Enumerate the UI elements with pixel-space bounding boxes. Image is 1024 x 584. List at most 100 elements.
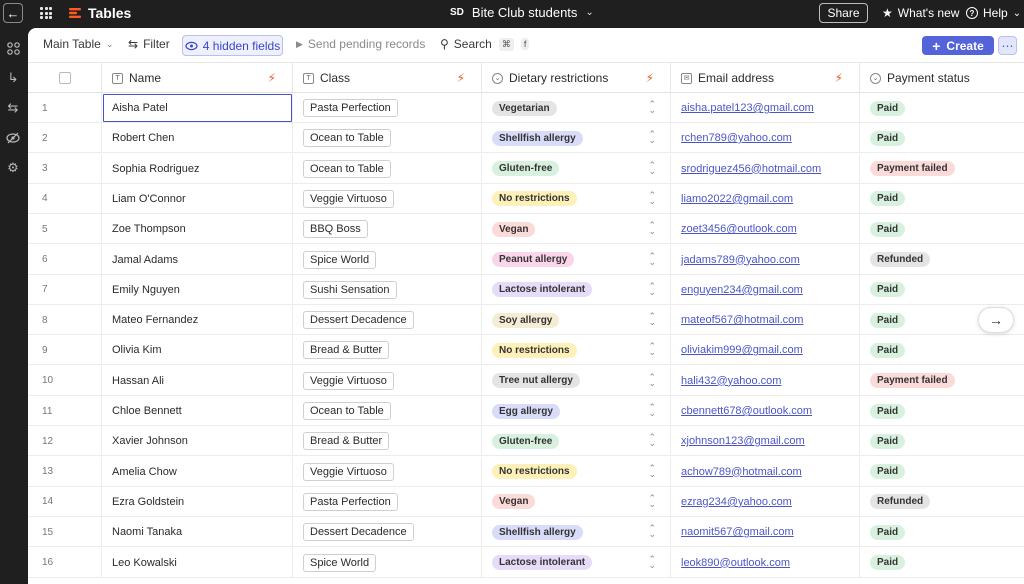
table-row[interactable]: 11 Chloe Bennett Ocean to Table Egg allergy… [28, 396, 1024, 426]
dietary-cell[interactable]: Gluten-free ⌃ ⌄ [482, 153, 671, 184]
name-cell[interactable]: Xavier Johnson [102, 426, 293, 457]
payment-cell[interactable]: Payment failed [860, 154, 1024, 184]
payment-cell[interactable]: Paid [860, 275, 1024, 305]
email-cell[interactable]: hali432@yahoo.com [671, 365, 860, 396]
zap-flow-icon[interactable]: ↳ [5, 70, 21, 86]
name-cell[interactable]: Emily Nguyen [102, 274, 293, 305]
hidden-eye-icon[interactable] [5, 130, 21, 146]
table-row[interactable]: 7 Emily Nguyen Sushi Sensation Lactose into… [28, 274, 1024, 305]
table-row[interactable]: 16 Leo Kowalski Spice World Lactose intoler… [28, 547, 1024, 578]
select-arrows-icon[interactable]: ⌃ ⌄ [648, 281, 656, 296]
table-row[interactable]: 5 Zoe Thompson BBQ Boss Vegan ⌃ ⌄ zoet3456@out… [28, 214, 1024, 245]
class-cell[interactable]: Ocean to Table [293, 123, 482, 154]
payment-cell[interactable]: Paid [860, 548, 1024, 578]
email-cell[interactable]: srodriguez456@hotmail.com [671, 153, 860, 184]
class-cell[interactable]: Spice World [293, 547, 482, 578]
name-cell[interactable]: Mateo Fernandez [102, 305, 293, 336]
dietary-cell[interactable]: Peanut allergy ⌃ ⌄ [482, 244, 671, 275]
email-cell[interactable]: zoet3456@outlook.com [671, 214, 860, 245]
scroll-right-button[interactable]: → [978, 307, 1014, 333]
email-cell[interactable]: achow789@hotmail.com [671, 456, 860, 487]
table-row[interactable]: 2 Robert Chen Ocean to Table Shellfish alle… [28, 123, 1024, 154]
apps-grid-icon[interactable] [40, 7, 52, 19]
class-cell[interactable]: Ocean to Table [293, 396, 482, 426]
column-header-name[interactable]: T Name ⚡︎ [102, 63, 293, 93]
class-cell[interactable]: Spice World [293, 244, 482, 275]
table-row[interactable]: 9 Olivia Kim Bread & Butter No restrictions… [28, 335, 1024, 366]
select-all-checkbox[interactable] [58, 72, 71, 84]
dietary-cell[interactable]: Lactose intolerant ⌃ ⌄ [482, 274, 671, 305]
settings-gear-icon[interactable]: ⚙ [5, 160, 21, 176]
hidden-fields-button[interactable]: 4 hidden fields [182, 35, 283, 56]
class-cell[interactable]: Veggie Virtuoso [293, 456, 482, 487]
apps-icon[interactable] [5, 40, 21, 56]
email-link[interactable]: aisha.patel123@gmail.com [681, 102, 814, 114]
workspace-switcher[interactable]: SD Bite Club students ⌄ [450, 5, 594, 20]
email-cell[interactable]: mateof567@hotmail.com [671, 305, 860, 336]
name-cell[interactable]: Hassan Ali [102, 365, 293, 396]
class-cell[interactable]: Sushi Sensation [293, 274, 482, 305]
class-cell[interactable]: Dessert Decadence [293, 517, 482, 548]
select-arrows-icon[interactable]: ⌃ ⌄ [648, 554, 656, 569]
back-button[interactable]: ← [3, 3, 23, 23]
search-button[interactable]: ⚲ Search ⌘ f [440, 37, 530, 51]
whats-new-button[interactable]: ★ What's new [882, 6, 959, 20]
email-cell[interactable]: naomit567@gmail.com [671, 517, 860, 548]
name-cell[interactable]: Liam O'Connor [102, 183, 293, 214]
column-header-payment-status[interactable]: ⌄ Payment status [860, 63, 1024, 93]
table-row[interactable]: 4 Liam O'Connor Veggie Virtuoso No restrict… [28, 183, 1024, 214]
email-link[interactable]: rchen789@yahoo.com [681, 132, 792, 144]
class-cell[interactable]: Dessert Decadence [293, 305, 482, 336]
payment-cell[interactable]: Payment failed [860, 366, 1024, 396]
more-options-button[interactable]: ⋯ [998, 36, 1017, 55]
email-link[interactable]: achow789@hotmail.com [681, 466, 802, 478]
dietary-cell[interactable]: Tree nut allergy ⌃ ⌄ [482, 365, 671, 396]
payment-cell[interactable]: Paid [860, 93, 1024, 123]
filter-button[interactable]: ⇆ Filter [128, 37, 170, 51]
column-header-class[interactable]: T Class ⚡︎ [293, 63, 482, 93]
email-cell[interactable]: ezrag234@yahoo.com [671, 486, 860, 517]
payment-cell[interactable]: Paid [860, 426, 1024, 456]
select-arrows-icon[interactable]: ⌃ ⌄ [648, 493, 656, 508]
email-cell[interactable]: cbennett678@outlook.com [671, 396, 860, 426]
dietary-cell[interactable]: Soy allergy ⌃ ⌄ [482, 305, 671, 336]
email-link[interactable]: enguyen234@gmail.com [681, 284, 803, 296]
table-row[interactable]: 13 Amelia Chow Veggie Virtuoso No restricti… [28, 456, 1024, 487]
email-link[interactable]: mateof567@hotmail.com [681, 314, 803, 326]
dietary-cell[interactable]: Gluten-free ⌃ ⌄ [482, 426, 671, 457]
name-cell[interactable]: Naomi Tanaka [102, 517, 293, 548]
name-cell[interactable]: Sophia Rodriguez [102, 153, 293, 184]
name-cell[interactable]: Jamal Adams [102, 244, 293, 275]
email-cell[interactable]: jadams789@yahoo.com [671, 244, 860, 275]
name-cell[interactable]: Leo Kowalski [102, 547, 293, 578]
payment-cell[interactable]: Paid [860, 396, 1024, 426]
dietary-cell[interactable]: No restrictions ⌃ ⌄ [482, 335, 671, 366]
email-link[interactable]: ezrag234@yahoo.com [681, 496, 792, 508]
select-arrows-icon[interactable]: ⌃ ⌄ [648, 403, 656, 418]
email-cell[interactable]: aisha.patel123@gmail.com [671, 93, 860, 123]
select-arrows-icon[interactable]: ⌃ ⌄ [648, 130, 656, 145]
payment-cell[interactable]: Refunded [860, 245, 1024, 275]
select-arrows-icon[interactable]: ⌃ ⌄ [648, 463, 656, 478]
email-link[interactable]: xjohnson123@gmail.com [681, 435, 805, 447]
payment-cell[interactable]: Paid [860, 214, 1024, 244]
email-cell[interactable]: liamo2022@gmail.com [671, 183, 860, 214]
dietary-cell[interactable]: Shellfish allergy ⌃ ⌄ [482, 123, 671, 154]
table-row[interactable]: 3 Sophia Rodriguez Ocean to Table Gluten-fr… [28, 153, 1024, 184]
payment-cell[interactable]: Refunded [860, 487, 1024, 517]
class-cell[interactable]: Pasta Perfection [293, 93, 482, 123]
dietary-cell[interactable]: Egg allergy ⌃ ⌄ [482, 396, 671, 426]
dietary-cell[interactable]: Shellfish allergy ⌃ ⌄ [482, 517, 671, 548]
dietary-cell[interactable]: Vegetarian ⌃ ⌄ [482, 93, 671, 123]
email-cell[interactable]: xjohnson123@gmail.com [671, 426, 860, 457]
email-link[interactable]: naomit567@gmail.com [681, 526, 794, 538]
select-arrows-icon[interactable]: ⌃ ⌄ [648, 312, 656, 327]
class-cell[interactable]: Veggie Virtuoso [293, 183, 482, 214]
class-cell[interactable]: Ocean to Table [293, 153, 482, 184]
email-link[interactable]: leok890@outlook.com [681, 557, 790, 569]
dietary-cell[interactable]: Lactose intolerant ⌃ ⌄ [482, 547, 671, 578]
table-row[interactable]: 12 Xavier Johnson Bread & Butter Gluten-fre… [28, 426, 1024, 457]
payment-cell[interactable]: Paid [860, 123, 1024, 153]
email-link[interactable]: hali432@yahoo.com [681, 375, 781, 387]
name-cell[interactable]: Robert Chen [102, 123, 293, 154]
